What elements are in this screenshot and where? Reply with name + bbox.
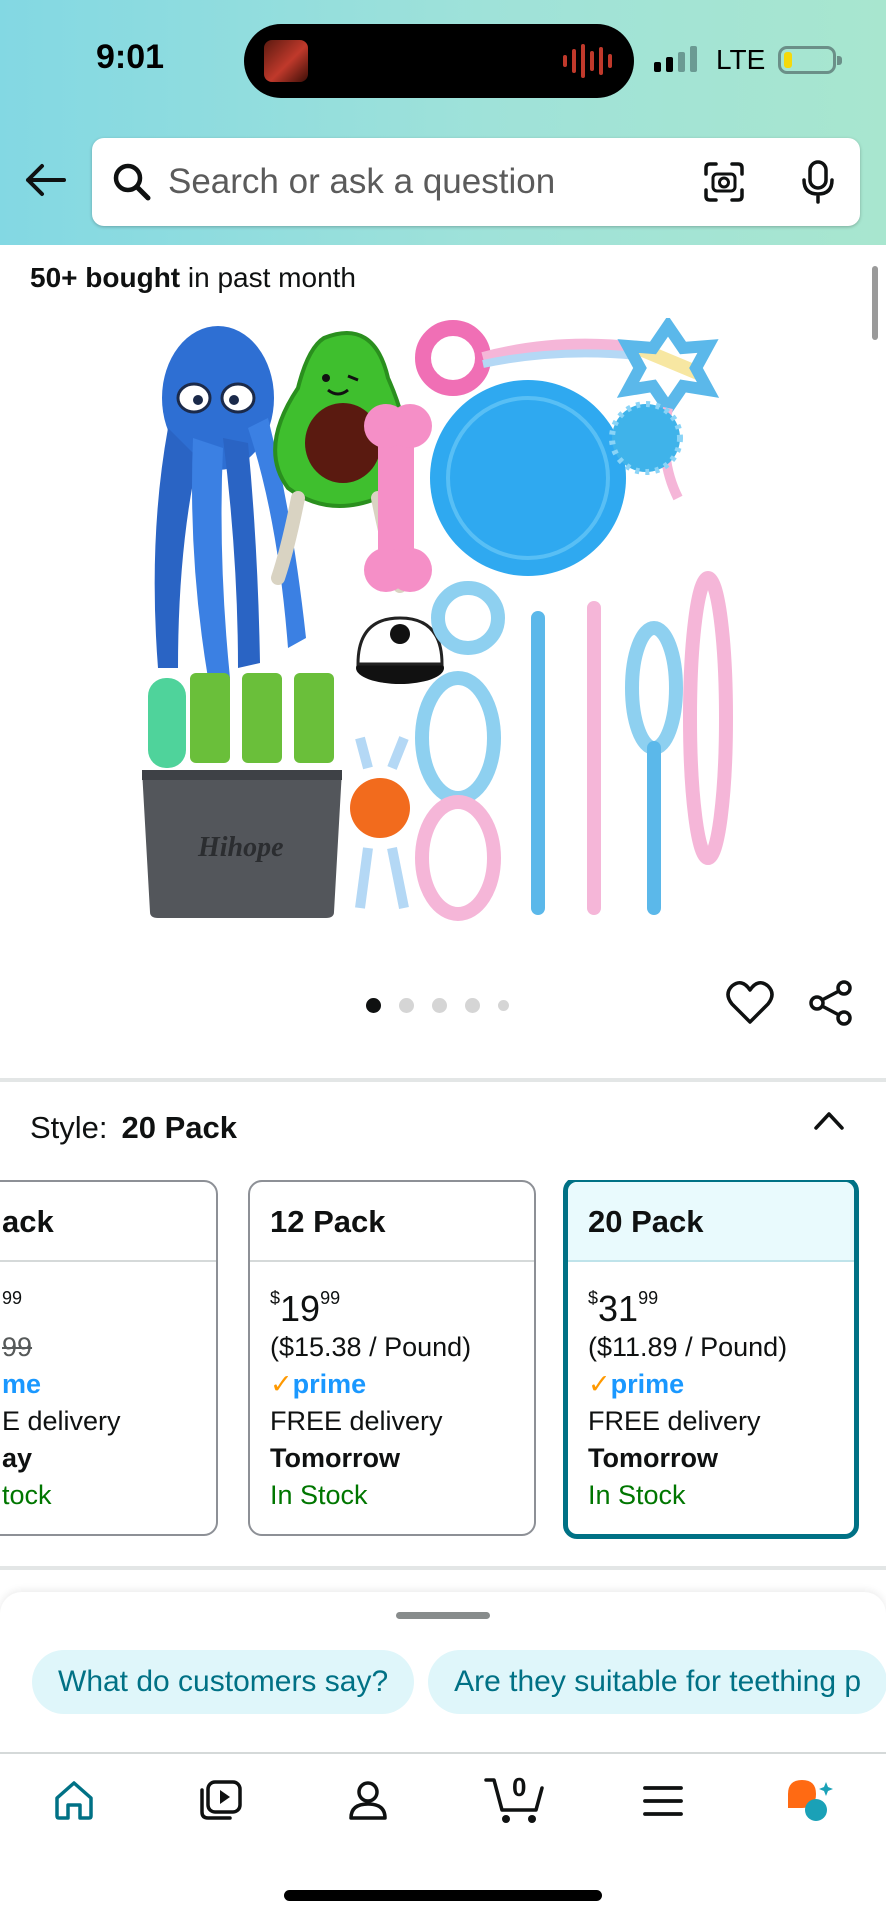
option-unit-price: ($15.38 / Pound): [270, 1332, 472, 1362]
option-delivery: FREE delivery: [270, 1406, 443, 1436]
style-selector-header[interactable]: Style: 20 Pack: [30, 1110, 237, 1146]
video-icon[interactable]: [198, 1778, 244, 1822]
home-icon[interactable]: [52, 1778, 96, 1822]
option-price: 99: [2, 1288, 23, 1308]
option-title: 12 Pack: [250, 1182, 534, 1262]
search-input[interactable]: [168, 158, 648, 206]
suggestion-chip[interactable]: What do customers say?: [32, 1650, 415, 1714]
cart-button[interactable]: 0: [484, 1772, 548, 1826]
carousel-dot[interactable]: [432, 998, 447, 1013]
sheet-grabber[interactable]: [396, 1612, 490, 1619]
style-options-carousel[interactable]: ack 99 99 me E delivery ay tock 12 Pack …: [0, 1180, 886, 1540]
signal-icon: [654, 44, 697, 72]
camera-scan-icon[interactable]: [702, 160, 746, 204]
search-bar[interactable]: [92, 138, 860, 226]
chevron-up-icon[interactable]: [812, 1108, 846, 1132]
home-indicator[interactable]: [284, 1890, 602, 1901]
prime-badge: me: [2, 1369, 42, 1399]
option-delivery: FREE delivery: [588, 1406, 761, 1436]
dynamic-island[interactable]: [244, 24, 634, 98]
image-carousel-dots[interactable]: [366, 998, 509, 1013]
style-option-card[interactable]: ack 99 99 me E delivery ay tock: [0, 1180, 218, 1536]
option-delivery: E delivery: [2, 1406, 121, 1436]
bell-toy-icon: [356, 616, 444, 684]
option-price: $1999: [270, 1288, 341, 1329]
section-divider: [0, 1078, 886, 1082]
back-arrow-icon: [26, 164, 66, 196]
back-button[interactable]: [22, 160, 68, 200]
scroll-indicator[interactable]: [872, 266, 878, 340]
carousel-dot[interactable]: [399, 998, 414, 1013]
option-stock: In Stock: [588, 1480, 686, 1510]
option-stock: In Stock: [270, 1480, 368, 1510]
rope-toys-icon: [415, 571, 733, 921]
frisbee-toy-icon: [430, 380, 626, 576]
prime-badge: ✓prime: [588, 1369, 685, 1399]
option-unit-price: 99: [2, 1332, 33, 1362]
suggestion-chip[interactable]: Are they suitable for teething p: [428, 1650, 886, 1714]
prime-badge: ✓prime: [270, 1369, 367, 1399]
product-image[interactable]: Hihope: [138, 318, 750, 924]
menu-icon[interactable]: [642, 1784, 684, 1818]
style-label: Style:: [30, 1110, 108, 1145]
style-option-card[interactable]: 12 Pack $1999 ($15.38 / Pound) ✓prime FR…: [248, 1180, 536, 1536]
search-icon: [113, 163, 151, 201]
option-stock: tock: [2, 1480, 52, 1510]
audio-wave-icon: [563, 44, 612, 78]
option-delivery-day: Tomorrow: [270, 1443, 400, 1473]
section-divider: [0, 1566, 886, 1570]
option-price: $3199: [588, 1288, 659, 1329]
account-icon[interactable]: [346, 1778, 390, 1822]
octopus-toy-icon: [154, 326, 306, 678]
share-icon[interactable]: [808, 980, 854, 1026]
status-time: 9:01: [96, 38, 165, 76]
bought-count: 50+ bought in past month: [30, 262, 356, 293]
battery-icon: [778, 46, 842, 74]
assistant-sheet[interactable]: What do customers say? Are they suitable…: [0, 1592, 886, 1752]
heart-icon[interactable]: [726, 980, 774, 1026]
now-playing-thumbnail: [264, 40, 308, 82]
rufus-icon[interactable]: [784, 1778, 836, 1826]
option-unit-price: ($11.89 / Pound): [588, 1332, 788, 1362]
cart-count: 0: [512, 1772, 527, 1802]
microphone-icon[interactable]: [798, 158, 838, 206]
carousel-dot[interactable]: [465, 998, 480, 1013]
network-label: LTE: [716, 44, 766, 75]
poop-bag-dispenser-icon: [148, 673, 334, 768]
suggestion-chips: What do customers say? Are they suitable…: [32, 1650, 886, 1714]
option-title: ack: [0, 1182, 216, 1262]
option-delivery-day: ay: [2, 1443, 33, 1473]
style-value: 20 Pack: [121, 1110, 238, 1145]
option-delivery-day: Tomorrow: [588, 1443, 718, 1473]
option-title: 20 Pack: [568, 1182, 854, 1262]
header: 9:01 LTE: [0, 0, 886, 245]
basket-brand-text: Hihope: [197, 832, 284, 863]
carousel-dot[interactable]: [498, 1000, 509, 1011]
storage-basket-icon: Hihope: [142, 770, 342, 918]
style-option-card-selected[interactable]: 20 Pack $3199 ($11.89 / Pound) ✓prime FR…: [563, 1180, 859, 1539]
carousel-dot[interactable]: [366, 998, 381, 1013]
treat-ball-icon: [350, 778, 410, 838]
spiky-ball-icon: [609, 401, 683, 475]
